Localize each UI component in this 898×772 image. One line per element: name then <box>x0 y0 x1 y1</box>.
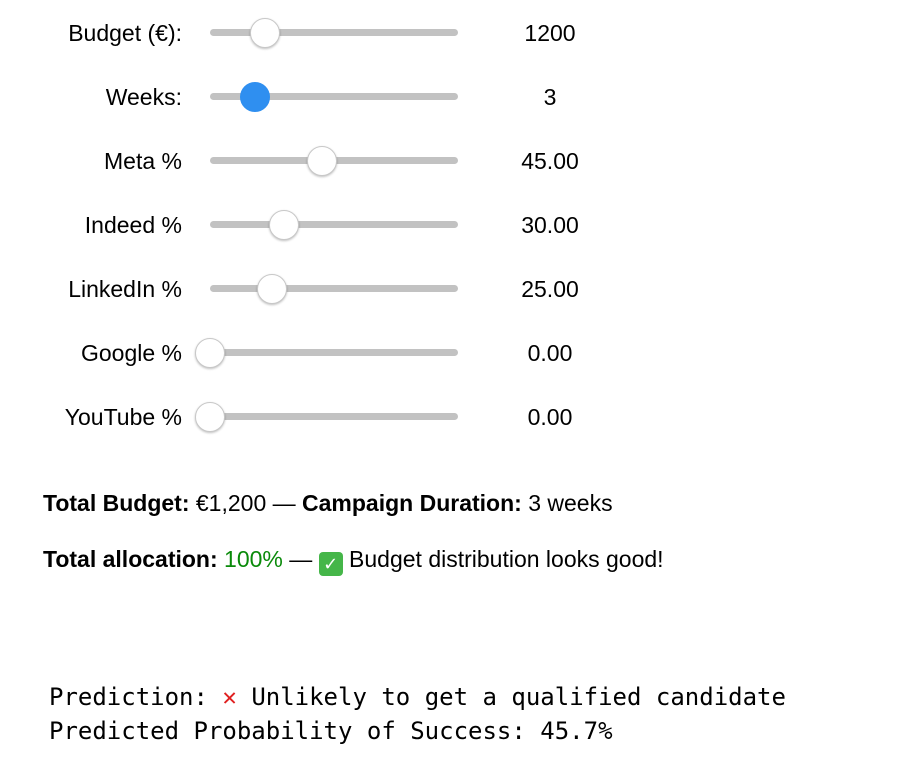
duration-label: Campaign Duration: <box>302 490 522 516</box>
linkedin-slider-thumb[interactable] <box>257 274 287 304</box>
slider-row-meta: Meta % 45.00 <box>0 141 898 181</box>
meta-value: 45.00 <box>521 148 579 174</box>
indeed-slider-track[interactable] <box>210 221 458 228</box>
linkedin-value: 25.00 <box>521 276 579 302</box>
budget-slider-track[interactable] <box>210 29 458 36</box>
youtube-slider-track[interactable] <box>210 413 458 420</box>
budget-summary: Total Budget: €1,200 — Campaign Duration… <box>43 490 613 517</box>
weeks-slider-thumb[interactable] <box>239 82 270 112</box>
weeks-value: 3 <box>543 84 557 110</box>
slider-row-indeed: Indeed % 30.00 <box>0 205 898 245</box>
check-mark-icon: ✓ <box>318 552 343 576</box>
allocation-message: Budget distribution looks good! <box>349 546 664 572</box>
weeks-label: Weeks: <box>105 84 182 110</box>
duration-value: 3 weeks <box>528 490 613 516</box>
total-budget-value: €1,200 <box>195 490 267 516</box>
slider-row-youtube: YouTube % 0.00 <box>0 397 898 437</box>
budget-value: 1200 <box>524 20 576 46</box>
probability-label: Predicted Probability of Success: <box>49 717 526 745</box>
meta-slider-thumb[interactable] <box>306 146 337 176</box>
indeed-slider-thumb[interactable] <box>269 210 300 240</box>
budget-label: Budget (€): <box>68 20 182 46</box>
probability-value: 45.7% <box>540 717 613 745</box>
slider-row-budget: Budget (€): 1200 <box>0 13 898 53</box>
allocation-separator: — <box>289 546 313 572</box>
summary-separator: — <box>272 490 296 516</box>
indeed-value: 30.00 <box>521 212 579 238</box>
budget-slider-thumb[interactable] <box>249 18 280 48</box>
youtube-label: YouTube % <box>64 404 182 430</box>
allocation-value: 100% <box>224 546 283 572</box>
prediction-line: Prediction: ✕ Unlikely to get a qualifie… <box>49 683 786 711</box>
indeed-label: Indeed % <box>84 212 182 238</box>
youtube-slider-thumb[interactable] <box>195 402 225 432</box>
prediction-result: Unlikely to get a qualified candidate <box>251 683 786 711</box>
google-label: Google % <box>80 340 182 366</box>
linkedin-label: LinkedIn % <box>68 276 182 302</box>
youtube-value: 0.00 <box>527 404 573 430</box>
linkedin-slider-track[interactable] <box>210 285 458 292</box>
slider-row-linkedin: LinkedIn % 25.00 <box>0 269 898 309</box>
total-budget-label: Total Budget: <box>43 490 190 516</box>
slider-row-google: Google % 0.00 <box>0 333 898 373</box>
probability-line: Predicted Probability of Success: 45.7% <box>49 717 613 745</box>
allocation-summary: Total allocation: 100% — ✓ Budget distri… <box>43 546 664 576</box>
slider-row-weeks: Weeks: 3 <box>0 77 898 117</box>
google-value: 0.00 <box>527 340 573 366</box>
meta-label: Meta % <box>104 148 182 174</box>
cross-mark-icon: ✕ <box>222 683 237 711</box>
google-slider-track[interactable] <box>210 349 458 356</box>
prediction-label: Prediction: <box>49 683 208 711</box>
allocation-label: Total allocation: <box>43 546 218 572</box>
google-slider-thumb[interactable] <box>195 338 225 368</box>
